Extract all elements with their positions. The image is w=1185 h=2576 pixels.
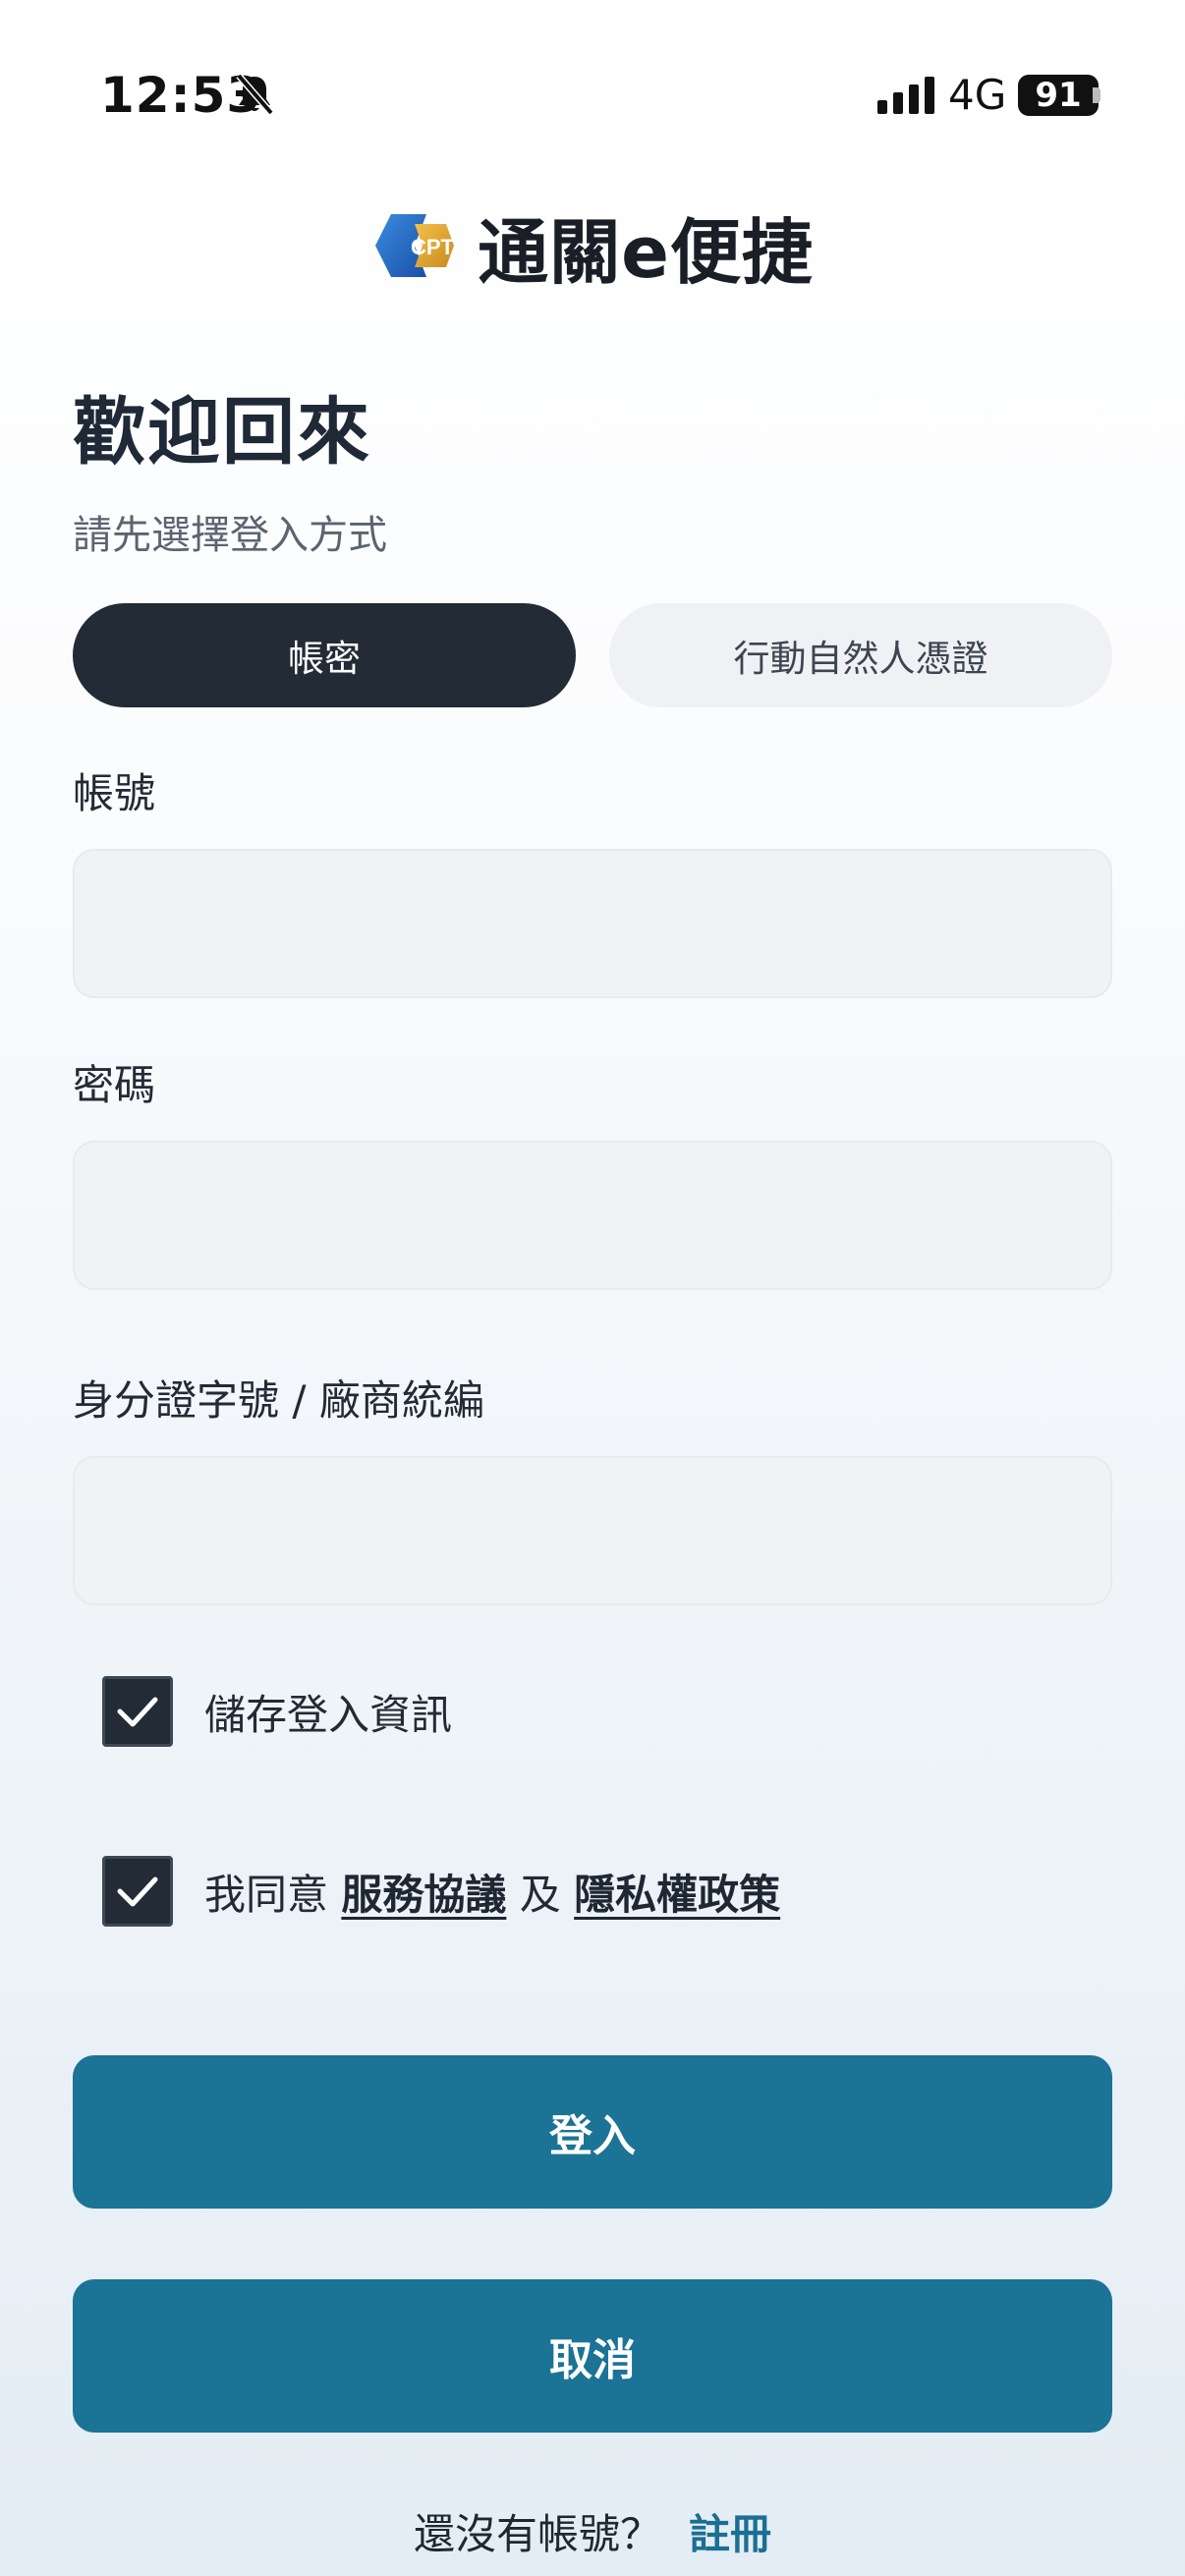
id-number-input[interactable] <box>73 1456 1112 1605</box>
save-login-label: 儲存登入資訊 <box>204 1690 453 1739</box>
agree-terms-checkbox[interactable] <box>102 1856 173 1927</box>
save-login-row: 儲存登入資訊 <box>102 1675 452 1748</box>
register-prompt: 還沒有帳號？ <box>413 2510 661 2558</box>
tab-mobile-certificate[interactable]: 行動自然人憑證 <box>609 603 1112 707</box>
cellular-signal-icon <box>877 77 934 114</box>
battery-indicator: 91 <box>1018 75 1099 116</box>
checkmark-icon <box>117 1876 158 1907</box>
login-button[interactable]: 登入 <box>73 2055 1112 2209</box>
battery-cap <box>1093 87 1100 103</box>
page-subtitle: 請先選擇登入方式 <box>73 513 387 558</box>
app-brand: CPT 通關e便捷 <box>0 187 1185 305</box>
cancel-button[interactable]: 取消 <box>73 2279 1112 2433</box>
network-type: 4G <box>948 71 1007 119</box>
privacy-policy-link[interactable]: 隱私權政策 <box>574 1871 780 1919</box>
logo-text: CPT <box>411 235 455 259</box>
register-prompt-row: 還沒有帳號？ 註冊 <box>0 2501 1185 2561</box>
tab-account-password[interactable]: 帳密 <box>73 603 576 707</box>
app-logo-icon: CPT <box>375 214 455 277</box>
account-label: 帳號 <box>73 769 156 817</box>
agree-terms-row: 我同意 服務協議 及 隱私權政策 <box>102 1855 780 1928</box>
password-input[interactable] <box>73 1141 1112 1290</box>
password-label: 密碼 <box>73 1061 156 1109</box>
agree-prefix: 我同意 <box>204 1870 329 1919</box>
id-number-label: 身分證字號 / 廠商統編 <box>73 1376 484 1425</box>
app-name: 通關e便捷 <box>478 210 814 294</box>
register-link[interactable]: 註冊 <box>689 2501 771 2561</box>
status-bar: 12:53 4G 91 <box>0 0 1185 196</box>
bell-muted-icon <box>236 73 274 116</box>
page-title: 歡迎回來 <box>73 390 371 475</box>
battery-level: 91 <box>1035 76 1082 115</box>
save-login-checkbox[interactable] <box>102 1676 173 1747</box>
agree-and: 及 <box>519 1870 561 1919</box>
terms-of-service-link[interactable]: 服務協議 <box>341 1871 506 1919</box>
checkmark-icon <box>117 1697 158 1727</box>
agree-terms-label: 我同意 服務協議 及 隱私權政策 <box>204 1862 780 1922</box>
account-input[interactable] <box>73 849 1112 998</box>
